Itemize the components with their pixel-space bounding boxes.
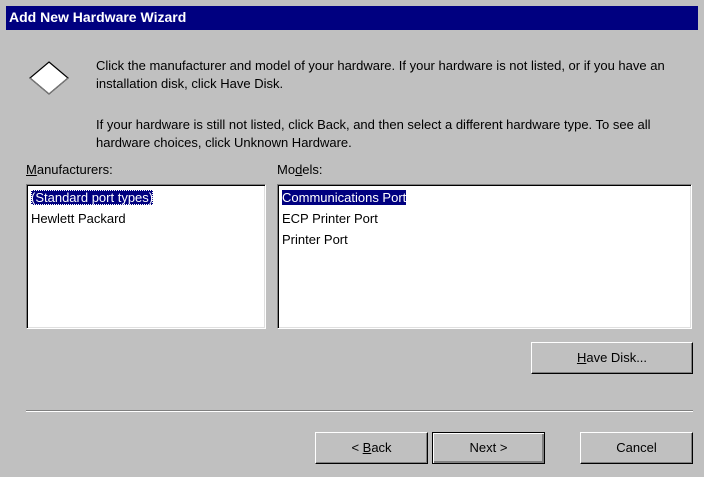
manufacturer-item-label: (Standard port types): [31, 190, 154, 205]
manufacturer-item-label: Hewlett Packard: [31, 211, 126, 226]
wizard-window: Add New Hardware Wizard Click the manufa…: [0, 0, 704, 477]
manufacturers-label-mnemonic: M: [26, 162, 37, 177]
have-disk-label: ave Disk...: [586, 350, 648, 365]
model-item-label: Communications Port: [282, 190, 407, 205]
diamond-icon: [29, 61, 69, 95]
models-label-pre: Mo: [277, 162, 296, 177]
back-button[interactable]: < Back: [315, 432, 428, 464]
model-item[interactable]: Communications Port: [280, 187, 689, 208]
model-item-label: ECP Printer Port: [282, 211, 378, 226]
models-listbox[interactable]: Communications Port ECP Printer Port Pri…: [277, 184, 692, 329]
manufacturers-listbox[interactable]: (Standard port types) Hewlett Packard: [26, 184, 266, 329]
window-title: Add New Hardware Wizard: [9, 9, 187, 25]
model-item[interactable]: Printer Port: [280, 229, 689, 250]
instruction-text-1: Click the manufacturer and model of your…: [96, 58, 665, 91]
title-bar[interactable]: Add New Hardware Wizard: [6, 6, 698, 30]
next-button[interactable]: Next >: [432, 432, 545, 464]
cancel-button[interactable]: Cancel: [580, 432, 693, 464]
manufacturer-item[interactable]: (Standard port types): [29, 187, 263, 208]
model-item[interactable]: ECP Printer Port: [280, 208, 689, 229]
instruction-text-2: If your hardware is still not listed, cl…: [96, 117, 651, 150]
back-prefix: <: [351, 440, 363, 455]
manufacturer-item[interactable]: Hewlett Packard: [29, 208, 263, 229]
manufacturers-label-rest: anufacturers:: [36, 162, 113, 177]
models-label-post: els:: [302, 162, 323, 177]
models-label: Models:: [277, 162, 323, 177]
manufacturers-label: Manufacturers:: [26, 162, 113, 177]
back-label: ack: [371, 440, 392, 455]
model-item-label: Printer Port: [282, 232, 348, 247]
have-disk-button[interactable]: Have Disk...: [531, 342, 693, 374]
have-disk-mnemonic: H: [576, 350, 587, 365]
separator: [26, 410, 693, 412]
